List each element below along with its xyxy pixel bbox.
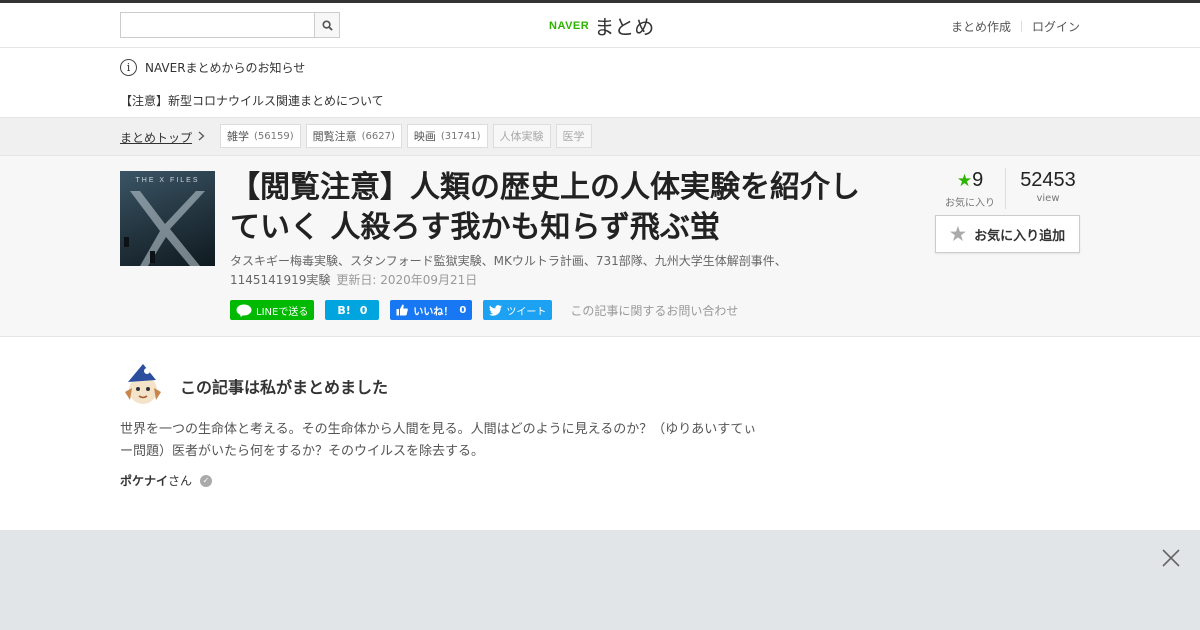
hatena-count: 0 bbox=[359, 303, 368, 317]
line-share-label: LINEで送る bbox=[256, 306, 309, 318]
add-favorite-button[interactable]: ★ お気に入り追加 bbox=[935, 215, 1080, 253]
updated-date: 更新日: 2020年09月21日 bbox=[336, 273, 478, 287]
tag-label: 映画 bbox=[413, 130, 436, 143]
search-icon bbox=[322, 19, 333, 31]
header-link-divider bbox=[1020, 21, 1022, 32]
article-title: 【閲覧注意】人類の歴史上の人体実験を紹介していく 人殺ろす我かも知らず飛ぶ蛍 bbox=[230, 170, 860, 245]
create-matome-link[interactable]: まとめ作成 bbox=[951, 18, 1011, 35]
tag-zatsugaku[interactable]: 雑学 (56159) bbox=[220, 124, 301, 148]
favorite-count-value: ★9 bbox=[935, 168, 1005, 193]
author-description: 世界を一つの生命体と考える。その生命体から人間を見る。人間はどのように見えるのか… bbox=[120, 422, 757, 459]
view-count-number: 52453 bbox=[1020, 169, 1076, 191]
article-thumbnail[interactable]: THE X FILES bbox=[120, 171, 215, 266]
avatar[interactable] bbox=[120, 362, 166, 408]
view-count-label: view bbox=[1036, 193, 1060, 204]
breadcrumb: まとめトップ 雑学 (56159) 閲覧注意 (6627) 映画 (31741) 人体… bbox=[0, 118, 1200, 156]
tag-count: (6627) bbox=[361, 130, 395, 142]
search-button[interactable] bbox=[314, 12, 340, 38]
tag-label: 医学 bbox=[562, 130, 585, 143]
logo-naver: NAVER bbox=[549, 19, 590, 32]
favorite-count-number: 9 bbox=[972, 169, 984, 191]
verified-check-icon: ✓ bbox=[200, 474, 213, 487]
tag-etsuran-chui[interactable]: 閲覧注意 (6627) bbox=[305, 124, 402, 148]
twitter-bird-icon bbox=[489, 304, 503, 316]
facebook-like-label: いいね！ bbox=[413, 306, 454, 318]
category-tags: 雑学 (56159) 閲覧注意 (6627) 映画 (31741) 人体実験 医学 bbox=[220, 124, 597, 148]
tweet-button[interactable]: ツイート bbox=[483, 300, 553, 320]
tag-count: (31741) bbox=[440, 130, 481, 142]
star-outline-icon: ★ bbox=[949, 223, 967, 244]
hatena-icon: B! bbox=[337, 303, 351, 317]
star-icon: ★ bbox=[956, 171, 973, 190]
facebook-like-button[interactable]: いいね！ 0 bbox=[390, 300, 473, 320]
ad-banner-area bbox=[0, 530, 1200, 630]
site-header: NAVER まとめ まとめ作成 ログイン bbox=[0, 3, 1200, 48]
author-profile-link[interactable]: ポケナイさん bbox=[120, 472, 192, 489]
breadcrumb-top-link[interactable]: まとめトップ bbox=[120, 129, 205, 146]
article-header: THE X FILES 【閲覧注意】人類の歴史上の人体実験を紹介していく 人殺ろ… bbox=[0, 156, 1200, 337]
article-inquiry-link[interactable]: この記事に関するお問い合わせ bbox=[570, 302, 738, 319]
login-link[interactable]: ログイン bbox=[1032, 18, 1080, 35]
author-name-suffix: さん bbox=[168, 474, 193, 488]
notice-section: i NAVERまとめからのお知らせ 【注意】新型コロナウイルス関連まとめについて bbox=[0, 48, 1200, 118]
article-keywords: タスキギー梅毒実験、スタンフォード監獄実験、MKウルトラ計画、731部隊、九州大… bbox=[230, 252, 830, 290]
share-buttons: LINEで送る B! 0 いいね！ 0 ツイート この記事に関するお問い合わせ bbox=[230, 300, 738, 320]
logo-matome: まとめ bbox=[594, 15, 655, 39]
header-links: まとめ作成 ログイン bbox=[951, 18, 1080, 35]
thumbnail-x-graphic bbox=[124, 191, 205, 266]
line-share-button[interactable]: LINEで送る bbox=[230, 300, 315, 320]
add-favorite-label: お気に入り追加 bbox=[974, 227, 1066, 243]
tag-count: (56159) bbox=[254, 130, 294, 142]
facebook-like-count: 0 bbox=[459, 304, 467, 316]
favorite-count-label: お気に入り bbox=[945, 198, 995, 209]
site-logo[interactable]: NAVER まとめ bbox=[549, 11, 654, 40]
tag-label: 人体実験 bbox=[499, 130, 544, 143]
tag-label: 閲覧注意 bbox=[312, 130, 357, 143]
tag-eiga[interactable]: 映画 (31741) bbox=[406, 124, 488, 148]
notice-heading: i NAVERまとめからのお知らせ bbox=[120, 59, 305, 76]
keywords-text: タスキギー梅毒実験、スタンフォード監獄実験、MKウルトラ計画、731部隊、九州大… bbox=[230, 254, 787, 287]
chevron-right-icon bbox=[198, 131, 205, 144]
search-input[interactable] bbox=[120, 12, 315, 38]
close-icon[interactable] bbox=[1160, 547, 1182, 569]
tag-jintai-jikken[interactable]: 人体実験 bbox=[492, 124, 551, 148]
notice-link[interactable]: 【注意】新型コロナウイルス関連まとめについて bbox=[120, 92, 384, 109]
thumbs-up-icon bbox=[396, 304, 409, 316]
hatena-bookmark-button[interactable]: B! 0 bbox=[325, 300, 380, 320]
line-icon bbox=[236, 304, 252, 317]
favorite-count: ★9 お気に入り bbox=[935, 168, 1005, 209]
tweet-label: ツイート bbox=[506, 306, 547, 318]
author-name: ポケナイさん ✓ bbox=[120, 472, 213, 489]
view-count: 52453 view bbox=[1005, 168, 1090, 209]
author-heading: この記事は私がまとめました bbox=[180, 378, 389, 397]
breadcrumb-top-label: まとめトップ bbox=[120, 131, 193, 145]
author-name-text: ポケナイ bbox=[120, 474, 169, 488]
article-stats: ★9 お気に入り 52453 view bbox=[935, 168, 1090, 209]
search-box bbox=[120, 12, 340, 38]
info-icon: i bbox=[120, 59, 137, 76]
author-section: この記事は私がまとめました 世界を一つの生命体と考える。その生命体から人間を見る… bbox=[0, 337, 1200, 530]
notice-heading-text: NAVERまとめからのお知らせ bbox=[145, 61, 306, 75]
tag-label: 雑学 bbox=[227, 130, 249, 143]
tag-igaku[interactable]: 医学 bbox=[555, 124, 592, 148]
